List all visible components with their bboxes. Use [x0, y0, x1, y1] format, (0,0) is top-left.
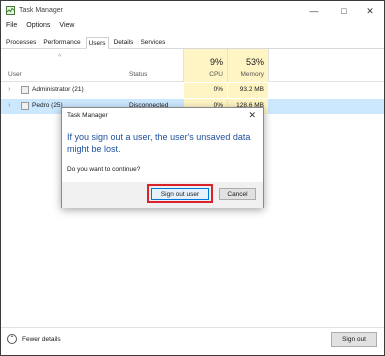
- column-divider: [183, 49, 184, 82]
- memory-value: 93.2 MB: [239, 86, 264, 93]
- sign-out-user-button[interactable]: Sign out user: [151, 188, 209, 200]
- tab-users[interactable]: Users: [85, 37, 109, 49]
- maximize-button[interactable]: □: [332, 4, 356, 18]
- memory-total: 53%: [245, 57, 264, 67]
- table-row[interactable]: › Administrator (21) 0% 93.2 MB: [1, 83, 384, 98]
- memory-label: Memory: [240, 71, 264, 78]
- user-name: Administrator (21): [32, 86, 84, 93]
- user-name: Pedro (25): [32, 102, 63, 109]
- chevron-up-icon[interactable]: ⌃: [7, 334, 17, 344]
- user-icon: [21, 102, 29, 110]
- menu-file[interactable]: File: [6, 22, 17, 29]
- dialog-question: Do you want to continue?: [67, 166, 141, 173]
- cpu-cell: 0%: [184, 83, 227, 98]
- column-memory[interactable]: 53% Memory: [228, 49, 268, 82]
- sign-out-button[interactable]: Sign out: [331, 332, 377, 347]
- column-cpu[interactable]: 9% CPU: [184, 49, 227, 82]
- dialog-button-bar: Sign out user Cancel: [62, 182, 263, 208]
- sort-caret-icon[interactable]: ^: [58, 54, 61, 61]
- column-divider: [227, 49, 228, 82]
- dialog-close-icon[interactable]: ✕: [248, 110, 256, 121]
- menu-view[interactable]: View: [59, 22, 74, 29]
- user-icon: [21, 86, 29, 94]
- expand-chevron-icon[interactable]: ›: [8, 86, 10, 93]
- menu-bar: File Options View: [6, 22, 74, 29]
- expand-chevron-icon[interactable]: ›: [8, 102, 10, 109]
- column-status[interactable]: Status: [129, 71, 147, 78]
- dialog-title: Task Manager: [67, 112, 108, 119]
- footer-divider: [1, 327, 384, 328]
- cpu-total: 9%: [209, 57, 223, 67]
- cpu-value: 0%: [213, 86, 223, 93]
- task-manager-icon: [6, 6, 15, 15]
- cpu-label: CPU: [209, 71, 223, 78]
- sign-out-confirm-dialog: Task Manager ✕ If you sign out a user, t…: [61, 107, 264, 208]
- fewer-details-label[interactable]: Fewer details: [22, 336, 61, 343]
- column-header: ^ User Status 9% CPU 53% Memory: [1, 49, 384, 82]
- title-bar: Task Manager — □ ✕: [1, 1, 384, 21]
- column-user[interactable]: User: [8, 71, 22, 78]
- cancel-button[interactable]: Cancel: [219, 188, 256, 200]
- memory-cell: 93.2 MB: [228, 83, 268, 98]
- menu-options[interactable]: Options: [26, 22, 50, 29]
- close-button[interactable]: ✕: [358, 4, 382, 18]
- fewer-details-link[interactable]: ⌃ Fewer details: [7, 334, 61, 344]
- window-title: Task Manager: [19, 7, 63, 14]
- dialog-message: If you sign out a user, the user's unsav…: [67, 132, 251, 154]
- minimize-button[interactable]: —: [302, 4, 326, 18]
- column-divider: [268, 49, 269, 82]
